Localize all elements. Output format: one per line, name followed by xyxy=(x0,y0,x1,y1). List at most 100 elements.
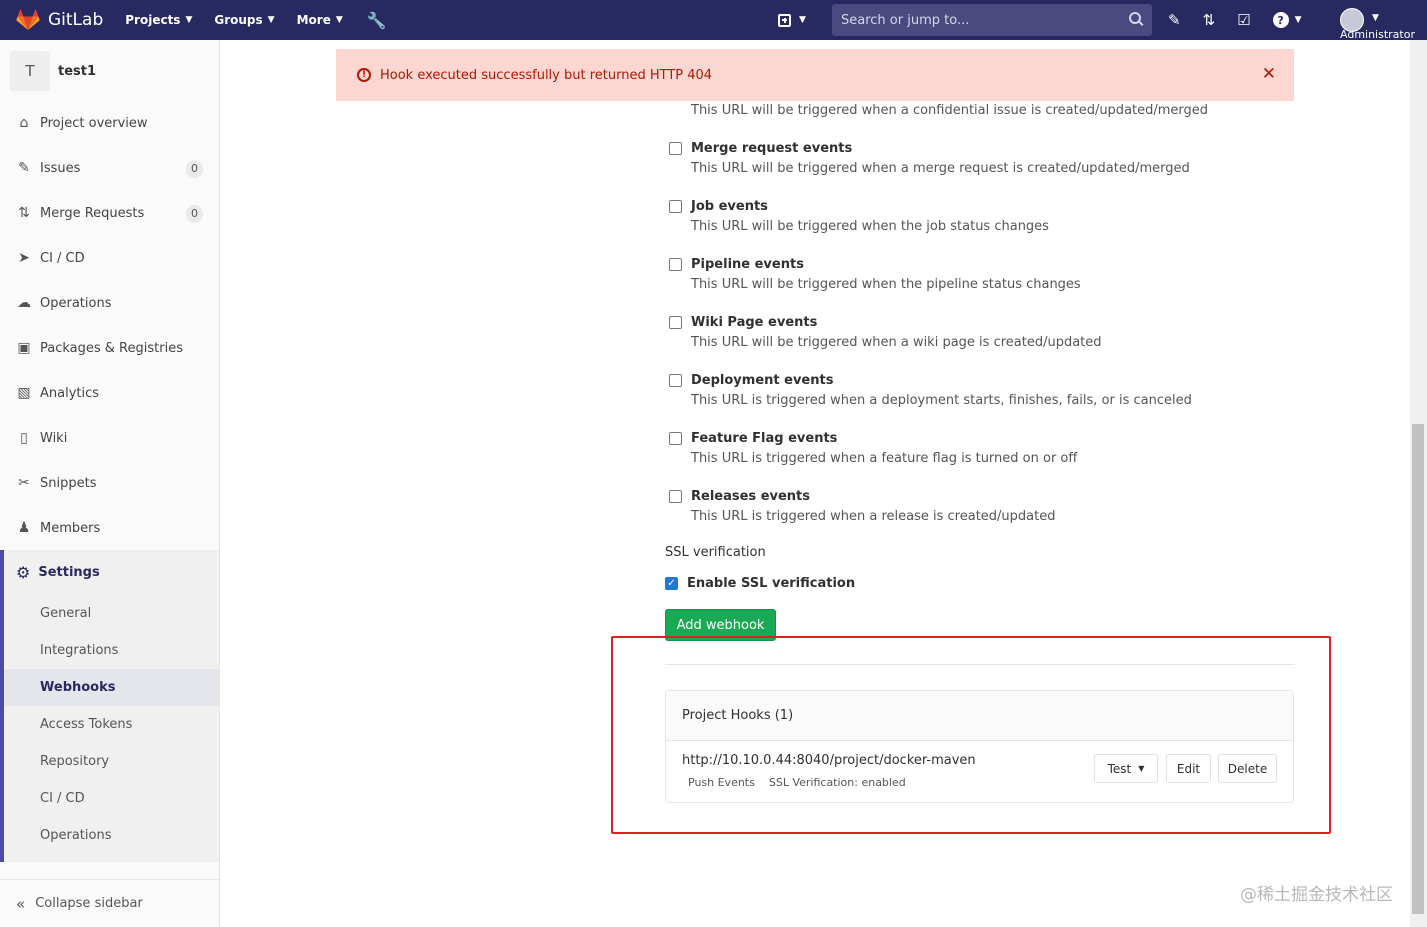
event-description: This URL will be triggered when the job … xyxy=(691,219,1049,234)
project-avatar: T xyxy=(10,51,50,91)
scrollbar-thumb[interactable] xyxy=(1412,424,1424,914)
project-sidebar: T test1 ⌂ Project overview ✎ Issues 0 ⇅ … xyxy=(0,40,220,927)
checkbox[interactable] xyxy=(669,258,682,271)
admin-wrench-icon[interactable]: 🔧 xyxy=(367,11,387,30)
checkmark-icon[interactable]: ✓ xyxy=(665,577,678,590)
rocket-icon: ➤ xyxy=(18,250,30,266)
event-feature-flag[interactable]: Feature Flag events xyxy=(669,431,837,446)
checkbox[interactable] xyxy=(669,142,682,155)
event-label: Wiki Page events xyxy=(691,315,818,330)
sidebar-item-project-overview[interactable]: ⌂ Project overview xyxy=(0,101,219,145)
sidebar-item-label: Packages & Registries xyxy=(40,340,183,356)
checkbox[interactable] xyxy=(669,316,682,329)
help-icon: ? xyxy=(1272,12,1289,28)
sidebar-item-snippets[interactable]: ✂ Snippets xyxy=(0,461,219,505)
enable-ssl-verification-checkbox[interactable]: ✓ Enable SSL verification xyxy=(665,576,855,591)
help-dropdown[interactable]: ? ▼ xyxy=(1272,12,1302,28)
top-navbar: GitLab Projects ▼ Groups ▼ More ▼ 🔧 ▼ Searc… xyxy=(0,0,1427,41)
issues-count-badge: 0 xyxy=(186,160,203,178)
chevron-down-icon: ▼ xyxy=(799,15,806,25)
chevron-down-icon: ▼ xyxy=(267,15,275,25)
flash-message: Hook executed successfully but returned … xyxy=(380,67,713,83)
chart-icon: ▧ xyxy=(17,385,31,401)
merge-request-icon: ⇅ xyxy=(18,205,30,221)
chevron-down-icon: ▼ xyxy=(335,15,343,25)
close-icon[interactable]: ✕ xyxy=(1262,64,1276,84)
flash-alert: ! Hook executed successfully but returne… xyxy=(336,49,1294,101)
nav-projects-label: Projects xyxy=(125,13,181,27)
search-placeholder: Search or jump to... xyxy=(841,12,970,28)
event-label: Feature Flag events xyxy=(691,431,838,446)
search-input[interactable]: Search or jump to... xyxy=(832,4,1152,36)
ssl-verification-title: SSL verification xyxy=(665,545,766,560)
sidebar-subitem-label: Integrations xyxy=(40,643,119,658)
watermark-text: @稀土掘金技术社区 xyxy=(1240,885,1393,905)
sidebar-item-wiki[interactable]: ▯ Wiki xyxy=(0,416,219,460)
sidebar-item-packages-registries[interactable]: ▣ Packages & Registries xyxy=(0,326,219,370)
gitlab-tanuki-icon xyxy=(16,9,40,30)
collapse-sidebar-button[interactable]: « Collapse sidebar xyxy=(0,879,219,927)
page-scrollbar[interactable] xyxy=(1410,40,1427,927)
event-description: This URL is triggered when a feature fla… xyxy=(691,451,1078,466)
nav-groups-label: Groups xyxy=(214,13,263,27)
sidebar-settings-section: ⚙ Settings General Integrations Webhooks… xyxy=(0,550,219,862)
sidebar-subitem-general[interactable]: General xyxy=(4,595,219,632)
sidebar-item-label: Settings xyxy=(38,564,100,580)
event-job[interactable]: Job events xyxy=(669,199,768,214)
event-merge-request[interactable]: Merge request events xyxy=(669,141,852,156)
sidebar-subitem-ci-cd[interactable]: CI / CD xyxy=(4,780,219,817)
event-label: Deployment events xyxy=(691,373,834,388)
sidebar-subitem-operations[interactable]: Operations xyxy=(4,817,219,854)
sidebar-item-label: CI / CD xyxy=(40,250,85,266)
event-label: Releases events xyxy=(691,489,811,504)
sidebar-item-label: Snippets xyxy=(40,475,97,491)
sidebar-item-label: Members xyxy=(40,520,101,536)
todo-icon[interactable]: ☑ xyxy=(1237,11,1250,29)
merge-request-icon[interactable]: ⇅ xyxy=(1203,11,1216,29)
new-item-dropdown[interactable]: ▼ xyxy=(778,13,806,27)
merge-requests-count-badge: 0 xyxy=(186,205,203,223)
event-label: Pipeline events xyxy=(691,257,804,272)
sidebar-subitem-repository[interactable]: Repository xyxy=(4,743,219,780)
cloud-gear-icon: ☁ xyxy=(17,295,31,311)
sidebar-item-merge-requests[interactable]: ⇅ Merge Requests 0 xyxy=(0,191,219,235)
sidebar-item-ci-cd[interactable]: ➤ CI / CD xyxy=(0,236,219,280)
nav-projects-menu[interactable]: Projects ▼ xyxy=(125,13,192,27)
sidebar-item-label: Analytics xyxy=(40,385,100,401)
event-description: This URL will be triggered when a wiki p… xyxy=(691,335,1102,350)
event-wiki-page[interactable]: Wiki Page events xyxy=(669,315,817,330)
event-deployment[interactable]: Deployment events xyxy=(669,373,833,388)
sidebar-item-label: Operations xyxy=(40,295,112,311)
gitlab-logo[interactable]: GitLab xyxy=(16,0,103,40)
event-description: This URL is triggered when a release is … xyxy=(691,509,1056,524)
sidebar-item-label: Wiki xyxy=(40,430,68,446)
sidebar-item-analytics[interactable]: ▧ Analytics xyxy=(0,371,219,415)
sidebar-subitem-webhooks[interactable]: Webhooks xyxy=(4,669,219,706)
nav-more-menu[interactable]: More ▼ xyxy=(297,13,343,27)
checkbox[interactable] xyxy=(669,490,682,503)
issues-icon[interactable]: ✎ xyxy=(1168,11,1181,29)
checkbox[interactable] xyxy=(669,200,682,213)
sidebar-item-operations[interactable]: ☁ Operations xyxy=(0,281,219,325)
chevron-down-icon: ▼ xyxy=(185,15,193,25)
sidebar-subitem-label: Webhooks xyxy=(40,680,116,695)
event-description: This URL will be triggered when a merge … xyxy=(691,161,1190,176)
sidebar-item-issues[interactable]: ✎ Issues 0 xyxy=(0,146,219,190)
chevron-down-icon: ▼ xyxy=(1372,13,1379,23)
chevron-down-icon: ▼ xyxy=(1294,15,1302,25)
sidebar-subitem-access-tokens[interactable]: Access Tokens xyxy=(4,706,219,743)
issues-icon: ✎ xyxy=(18,160,30,176)
checkbox[interactable] xyxy=(669,374,682,387)
sidebar-project-header[interactable]: T test1 xyxy=(0,40,219,102)
sidebar-item-settings[interactable]: ⚙ Settings xyxy=(16,550,100,594)
book-icon: ▯ xyxy=(20,430,28,446)
sidebar-item-members[interactable]: ♟ Members xyxy=(0,506,219,550)
checkbox[interactable] xyxy=(669,432,682,445)
event-releases[interactable]: Releases events xyxy=(669,489,810,504)
event-pipeline[interactable]: Pipeline events xyxy=(669,257,804,272)
sidebar-subitem-integrations[interactable]: Integrations xyxy=(4,632,219,669)
nav-groups-menu[interactable]: Groups ▼ xyxy=(214,13,274,27)
plus-square-icon xyxy=(778,13,791,27)
package-icon: ▣ xyxy=(17,340,31,356)
nav-more-label: More xyxy=(296,13,331,27)
